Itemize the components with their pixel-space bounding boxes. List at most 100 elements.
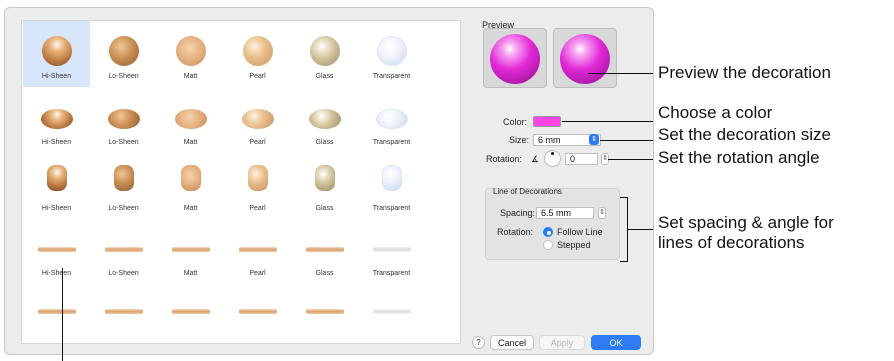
decoration-label: Matt <box>183 139 198 146</box>
decoration-cell[interactable]: Lo-Sheen <box>90 218 157 284</box>
decoration-thumbnail <box>41 36 72 66</box>
decoration-cell[interactable]: Lo-Sheen <box>90 87 157 153</box>
stepped-label: Stepped <box>557 240 591 250</box>
decoration-thumbnail <box>108 36 139 66</box>
decoration-label: Lo-Sheen <box>108 205 139 212</box>
ok-button[interactable]: OK <box>591 335 641 350</box>
decoration-cell[interactable]: Pearl <box>224 21 291 87</box>
decoration-thumbnail <box>46 165 67 191</box>
preview-box-left <box>483 28 547 88</box>
decoration-cell[interactable] <box>157 283 224 349</box>
decoration-label: Pearl <box>249 139 266 146</box>
decoration-thumbnail <box>372 309 411 314</box>
decoration-label: Lo-Sheen <box>108 270 139 277</box>
decoration-cell[interactable]: Hi-Sheen <box>23 218 90 284</box>
decoration-cell[interactable]: Matt <box>157 21 224 87</box>
decoration-cell[interactable]: Matt <box>157 87 224 153</box>
decoration-cell[interactable] <box>291 283 358 349</box>
decoration-thumbnail <box>113 165 134 191</box>
decoration-thumbnail <box>309 36 340 66</box>
decoration-thumbnail <box>175 36 206 66</box>
rotation-dial[interactable] <box>544 150 561 167</box>
decoration-thumbnail <box>37 309 76 314</box>
decoration-cell[interactable]: Hi-Sheen <box>23 21 90 87</box>
decoration-cell[interactable]: Lo-Sheen <box>90 21 157 87</box>
decoration-thumbnail <box>40 109 73 129</box>
decoration-thumbnail <box>104 247 143 252</box>
decoration-label: Glass <box>315 270 334 277</box>
decoration-cell[interactable] <box>23 283 90 349</box>
decoration-cell[interactable]: Hi-Sheen <box>23 87 90 153</box>
decoration-thumbnail <box>305 247 344 252</box>
decoration-cell[interactable] <box>90 283 157 349</box>
color-swatch[interactable] <box>533 116 561 127</box>
decoration-cell[interactable]: Transparent <box>358 21 425 87</box>
decoration-thumbnail <box>174 109 207 129</box>
annotation-spacing-2: lines of decorations <box>658 233 805 252</box>
decoration-thumbnail <box>241 109 274 129</box>
size-label: Size: <box>509 135 530 145</box>
decoration-cell[interactable]: Glass <box>291 218 358 284</box>
decoration-grid: Hi-Sheen Lo-Sheen Matt Pearl Glass Transparen… <box>21 20 461 344</box>
decoration-thumbnail <box>305 309 344 314</box>
annotation-preview: Preview the decoration <box>658 63 831 82</box>
decoration-thumbnail <box>376 36 407 66</box>
decoration-cell[interactable] <box>224 283 291 349</box>
follow-line-radio[interactable] <box>543 227 553 237</box>
decoration-cell[interactable]: Pearl <box>224 218 291 284</box>
annotation-rotation: Set the rotation angle <box>658 148 820 167</box>
decoration-thumbnail <box>104 309 143 314</box>
help-button[interactable]: ? <box>472 336 485 349</box>
decoration-label: Transparent <box>372 270 411 277</box>
decoration-thumbnail <box>375 109 408 129</box>
decoration-label: Pearl <box>249 73 266 80</box>
decoration-cell[interactable]: Glass <box>291 87 358 153</box>
decoration-cell[interactable]: Pearl <box>224 153 291 219</box>
stepped-radio[interactable] <box>543 240 553 250</box>
decoration-cell[interactable]: Transparent <box>358 218 425 284</box>
cancel-button[interactable]: Cancel <box>490 335 534 350</box>
decoration-label: Glass <box>315 73 334 80</box>
preview-decoration-left <box>490 34 540 84</box>
decoration-cell[interactable]: Matt <box>157 153 224 219</box>
follow-line-label: Follow Line <box>557 227 603 237</box>
size-dropdown-arrow-icon[interactable]: ⇕ <box>589 134 599 145</box>
decoration-cell[interactable]: Lo-Sheen <box>90 153 157 219</box>
decoration-thumbnail <box>381 165 402 191</box>
decoration-thumbnail <box>180 165 201 191</box>
preview-decoration-right <box>560 34 610 84</box>
annotation-color: Choose a color <box>658 103 773 122</box>
decoration-cell[interactable]: Transparent <box>358 153 425 219</box>
callout-line-size <box>600 140 653 141</box>
annotation-size: Set the decoration size <box>658 125 831 144</box>
decoration-cell[interactable]: Pearl <box>224 87 291 153</box>
decoration-cell[interactable] <box>358 283 425 349</box>
decoration-cell[interactable]: Matt <box>157 218 224 284</box>
decoration-cell[interactable]: Glass <box>291 21 358 87</box>
apply-button[interactable]: Apply <box>539 335 585 350</box>
decoration-label: Glass <box>315 205 334 212</box>
preview-box-right <box>553 28 617 88</box>
line-group-title: Line of Decorations <box>493 187 562 196</box>
decoration-label: Lo-Sheen <box>108 139 139 146</box>
decoration-cell[interactable]: Glass <box>291 153 358 219</box>
callout-line-grid <box>62 268 63 361</box>
rotation-input[interactable]: 0 <box>565 153 598 165</box>
decoration-cell[interactable]: Hi-Sheen <box>23 153 90 219</box>
decoration-label: Hi-Sheen <box>41 139 72 146</box>
spacing-input[interactable]: 6.5 mm <box>536 207 594 219</box>
callout-line-preview <box>588 73 653 74</box>
decoration-thumbnail <box>308 109 341 129</box>
decoration-thumbnail <box>37 247 76 252</box>
decoration-label: Matt <box>183 205 198 212</box>
spacing-stepper[interactable]: ⇕ <box>598 207 606 219</box>
decoration-cell[interactable]: Transparent <box>358 87 425 153</box>
decoration-label: Transparent <box>372 73 411 80</box>
line-rotation-label: Rotation: <box>497 227 534 237</box>
callout-line-rotation <box>608 159 653 160</box>
decoration-label: Matt <box>183 270 198 277</box>
decoration-thumbnail <box>171 309 210 314</box>
decoration-label: Glass <box>315 139 334 146</box>
decoration-label: Pearl <box>249 270 266 277</box>
decoration-label: Hi-Sheen <box>41 73 72 80</box>
